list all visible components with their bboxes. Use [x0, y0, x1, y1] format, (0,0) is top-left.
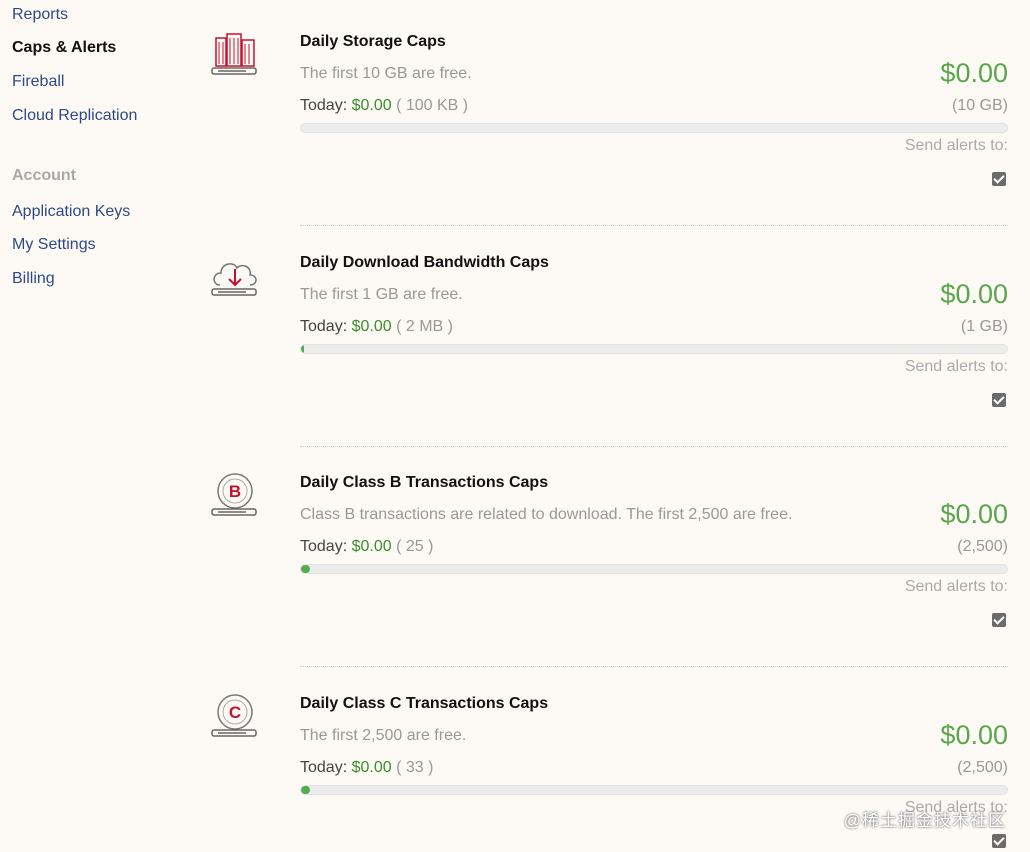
cap-amount: $0.00 — [940, 279, 1008, 309]
cap-amount: $0.00 — [940, 58, 1008, 88]
send-alerts-label: Send alerts to: — [904, 358, 1008, 375]
section-divider — [300, 666, 1008, 667]
cap-limit: (2,500) — [957, 538, 1008, 555]
send-alerts-label: Send alerts to: — [904, 578, 1008, 595]
cap-section-download: Daily Download Bandwidth Caps The first … — [210, 233, 1008, 453]
today-label: Today: — [300, 759, 348, 776]
alert-checkbox[interactable] — [992, 172, 1006, 186]
cap-title: Daily Class C Transactions Caps — [300, 695, 549, 712]
alert-checkbox[interactable] — [992, 613, 1006, 627]
alert-email — [773, 613, 988, 631]
cap-description: The first 1 GB are free. — [300, 286, 463, 303]
nav-reports[interactable]: Reports — [12, 6, 68, 24]
nav-caps-alerts[interactable]: Caps & Alerts — [12, 39, 116, 57]
cap-limit: (1 GB) — [960, 318, 1008, 335]
cloud-download-icon — [210, 253, 260, 305]
cap-limit: (2,500) — [957, 759, 1008, 776]
cap-today: Today: $0.00 ( 2 MB ) — [300, 318, 453, 336]
cap-today: Today: $0.00 ( 100 KB ) — [300, 97, 468, 115]
today-usage: ( 100 KB ) — [396, 97, 469, 114]
alert-email — [773, 393, 988, 411]
svg-text:B: B — [229, 482, 241, 501]
nav-fireball[interactable]: Fireball — [12, 73, 64, 91]
progress-fill — [301, 345, 304, 353]
section-divider — [300, 446, 1008, 447]
svg-text:C: C — [229, 703, 241, 722]
progress-fill — [301, 786, 311, 794]
cap-title: Daily Storage Caps — [300, 33, 446, 50]
nav-my-settings[interactable]: My Settings — [12, 236, 96, 254]
cap-description: The first 10 GB are free. — [300, 65, 472, 82]
cap-today: Today: $0.00 ( 25 ) — [300, 538, 433, 556]
section-divider — [300, 225, 1008, 226]
class-c-icon: C — [210, 694, 260, 746]
today-usage: ( 25 ) — [396, 538, 434, 555]
cap-amount: $0.00 — [940, 499, 1008, 529]
today-value: $0.00 — [351, 318, 392, 335]
cap-description: Class B transactions are related to down… — [300, 506, 793, 523]
cap-section-storage: Daily Storage Caps The first 10 GB are f… — [210, 12, 1008, 232]
storage-building-icon — [210, 32, 260, 84]
today-usage: ( 33 ) — [396, 759, 434, 776]
today-label: Today: — [300, 97, 348, 114]
today-label: Today: — [300, 538, 348, 555]
account-heading: Account — [12, 167, 76, 184]
alert-checkbox[interactable] — [992, 834, 1006, 848]
cap-limit: (10 GB) — [951, 97, 1008, 114]
alert-email — [773, 834, 988, 852]
cap-title: Daily Download Bandwidth Caps — [300, 254, 549, 271]
cap-title: Daily Class B Transactions Caps — [300, 474, 549, 491]
cap-description: The first 2,500 are free. — [300, 727, 467, 744]
progress-bar — [300, 123, 1008, 133]
today-value: $0.00 — [351, 97, 392, 114]
cap-today: Today: $0.00 ( 33 ) — [300, 759, 433, 777]
today-value: $0.00 — [351, 538, 392, 555]
progress-bar — [300, 344, 1008, 354]
progress-fill — [301, 565, 310, 573]
alert-checkbox[interactable] — [992, 393, 1006, 407]
alert-email — [773, 172, 988, 190]
class-b-icon: B — [210, 473, 260, 525]
progress-bar — [300, 785, 1008, 795]
nav-billing[interactable]: Billing — [12, 270, 55, 288]
send-alerts-label: Send alerts to: — [904, 137, 1008, 154]
today-value: $0.00 — [351, 759, 392, 776]
cap-amount: $0.00 — [940, 720, 1008, 750]
progress-bar — [300, 564, 1008, 574]
watermark: @稀土掘金技术社区 — [843, 811, 1006, 830]
nav-cloud-replication[interactable]: Cloud Replication — [12, 107, 137, 125]
nav-application-keys[interactable]: Application Keys — [12, 203, 130, 221]
today-label: Today: — [300, 318, 348, 335]
today-usage: ( 2 MB ) — [396, 318, 453, 335]
cap-section-class-b: B Daily Class B Transactions Caps Class … — [210, 453, 1008, 673]
